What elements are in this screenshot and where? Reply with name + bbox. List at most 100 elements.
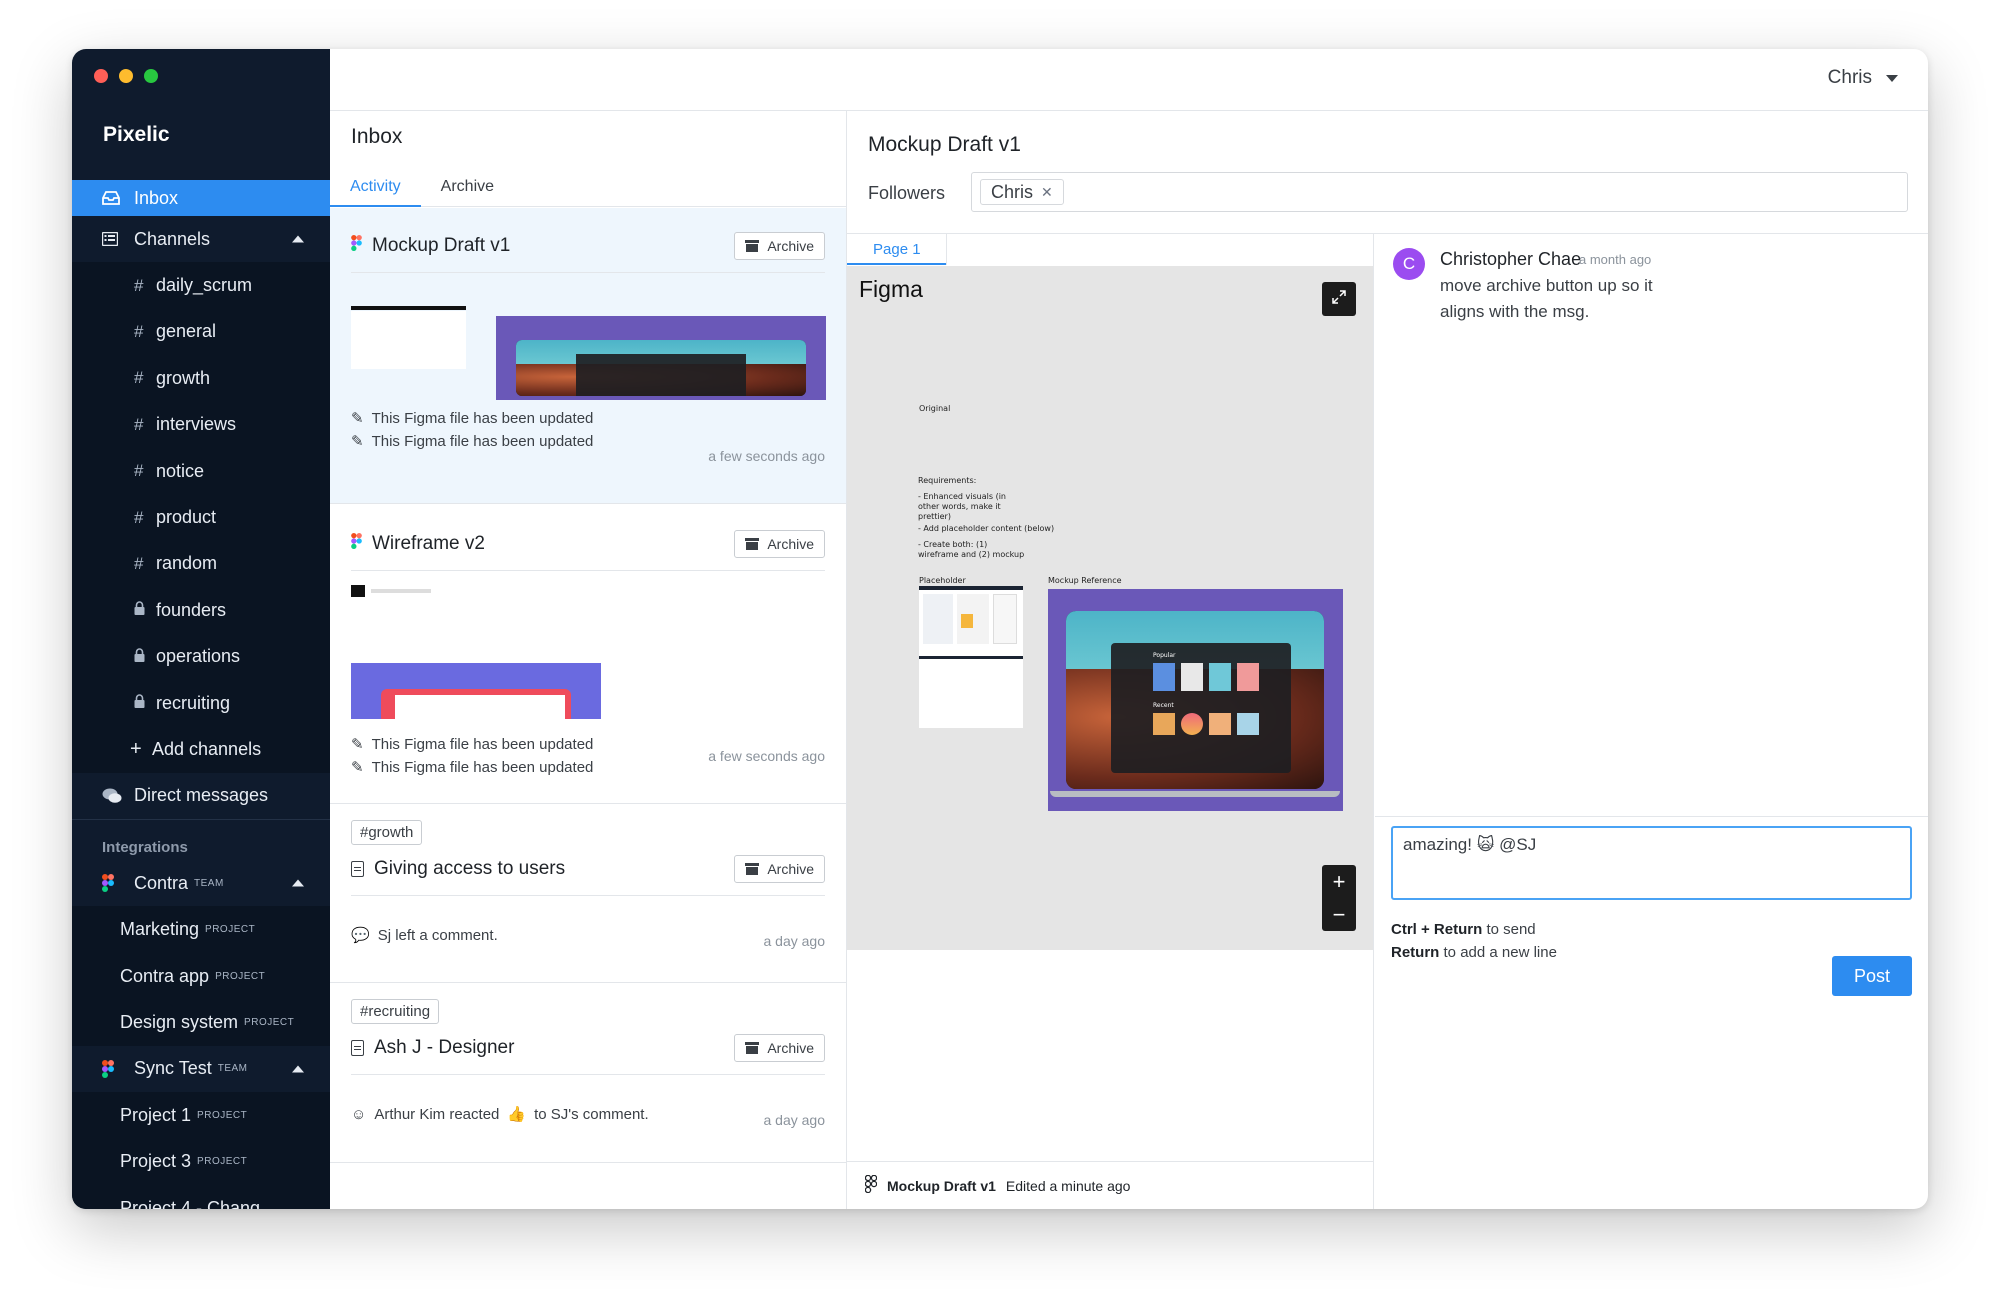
- channel-item[interactable]: # product: [72, 494, 330, 541]
- channel-item[interactable]: # notice: [72, 447, 330, 495]
- sidebar-team-contra[interactable]: Contra TEAM: [72, 860, 330, 906]
- archive-button[interactable]: Archive: [734, 232, 825, 260]
- channel-item[interactable]: founders: [72, 587, 330, 634]
- project-item[interactable]: Marketing PROJECT: [72, 906, 330, 953]
- project-item[interactable]: Project 1 PROJECT: [72, 1092, 330, 1139]
- zoom-in-button[interactable]: +: [1322, 865, 1356, 898]
- item-title-text: Mockup Draft v1: [372, 235, 511, 256]
- collapse-icon[interactable]: [292, 879, 304, 887]
- expand-button[interactable]: [1322, 282, 1356, 316]
- inbox-item[interactable]: Wireframe v2 Archive ✎ This Figma file h…: [330, 504, 846, 804]
- plus-icon: +: [130, 737, 142, 760]
- inbox-item[interactable]: Mockup Draft v1 Archive ✎ This Figma fil…: [330, 208, 846, 504]
- comment-time: a month ago: [1579, 252, 1652, 267]
- figma-canvas[interactable]: Figma Original Requirements: - Enhanced …: [847, 266, 1373, 950]
- figma-logo-icon: [864, 1174, 878, 1196]
- preview-mockup: [496, 316, 826, 400]
- footer-edited: Edited a minute ago: [1005, 1177, 1131, 1194]
- sidebar-item-direct-messages[interactable]: Direct messages: [72, 773, 330, 819]
- timestamp: a day ago: [763, 1112, 826, 1128]
- inbox-title: Inbox: [351, 125, 403, 148]
- tab-archive[interactable]: Archive: [421, 167, 514, 206]
- archive-button-label: Archive: [767, 238, 814, 254]
- project-item[interactable]: Design system PROJECT: [72, 999, 330, 1046]
- archive-button[interactable]: Archive: [734, 530, 825, 558]
- thumbs-up-icon: 👍: [507, 1106, 527, 1123]
- preview-wireframe: [351, 663, 601, 719]
- maximize-window-button[interactable]: [144, 69, 158, 83]
- inbox-item-header: Giving access to users Archive: [351, 845, 825, 896]
- sidebar-item-label: Direct messages: [134, 785, 269, 806]
- project-name: Contra app: [120, 965, 210, 986]
- user-menu[interactable]: Chris: [1828, 67, 1898, 89]
- archive-button[interactable]: Archive: [734, 1034, 825, 1062]
- tab-activity[interactable]: Activity: [330, 167, 421, 207]
- inbox-item-title: Wireframe v2: [351, 533, 485, 555]
- hash-icon: #: [134, 507, 144, 527]
- channel-name: interviews: [156, 414, 237, 435]
- project-item[interactable]: Contra app PROJECT: [72, 952, 330, 1000]
- add-channels-label: Add channels: [152, 738, 262, 759]
- lock-icon: [134, 693, 156, 713]
- channel-item[interactable]: # daily_scrum: [72, 262, 330, 309]
- edit-icon: ✎: [351, 759, 364, 776]
- sidebar-item-label: Channels: [134, 228, 211, 249]
- team-tag: TEAM: [194, 877, 224, 889]
- divider: [1375, 816, 1928, 817]
- close-window-button[interactable]: [94, 69, 108, 83]
- comment-input[interactable]: amazing! 🙀 @SJ: [1391, 826, 1912, 900]
- minimize-window-button[interactable]: [119, 69, 133, 83]
- remove-follower-icon[interactable]: ✕: [1041, 184, 1053, 201]
- sidebar-item-channels[interactable]: Channels: [72, 216, 330, 262]
- project-name: Project 3: [120, 1151, 192, 1172]
- add-channels-button[interactable]: + Add channels: [72, 726, 330, 773]
- team-tag: TEAM: [217, 1063, 248, 1075]
- collapse-icon[interactable]: [292, 235, 304, 243]
- figma-icon: [351, 533, 362, 555]
- inbox-item[interactable]: #recruiting Ash J - Designer Archive ☺ A…: [330, 983, 846, 1163]
- update-line: ✎ This Figma file has been updated: [351, 407, 825, 430]
- channel-item[interactable]: # random: [72, 540, 330, 588]
- channel-tag[interactable]: #recruiting: [351, 999, 440, 1024]
- project-item[interactable]: Project 4 - Chang: [72, 1184, 330, 1209]
- figma-viewer: Page 1 Figma Original Requirements: - En…: [847, 234, 1374, 1209]
- post-button[interactable]: Post: [1832, 956, 1912, 996]
- sidebar-item-inbox[interactable]: Inbox: [72, 180, 330, 216]
- inbox-item[interactable]: #growth Giving access to users Archive 💬…: [330, 804, 846, 983]
- channel-item[interactable]: # general: [72, 308, 330, 356]
- inbox-item-header: Mockup Draft v1 Archive: [351, 208, 825, 273]
- archive-button[interactable]: Archive: [734, 855, 825, 883]
- project-tag: PROJECT: [197, 1109, 248, 1121]
- comment-author: Christopher Chae: [1440, 249, 1582, 269]
- figma-icon: [351, 235, 362, 257]
- preview-line: [371, 589, 431, 593]
- canvas-original-label: Original: [919, 404, 951, 413]
- channel-item[interactable]: operations: [72, 633, 330, 680]
- hash-icon: #: [134, 553, 144, 573]
- page-tabs: Page 1: [847, 234, 1373, 265]
- inbox-item-header: Wireframe v2 Archive: [351, 504, 825, 571]
- channel-name: growth: [156, 367, 211, 388]
- follower-chip: Chris ✕: [980, 179, 1064, 205]
- project-tag: PROJECT: [215, 970, 266, 982]
- update-text: This Figma file has been updated: [371, 433, 594, 450]
- project-item[interactable]: Project 3 PROJECT: [72, 1138, 330, 1185]
- channel-item[interactable]: recruiting: [72, 679, 330, 727]
- archive-icon: [745, 1042, 760, 1054]
- edit-icon: ✎: [351, 736, 364, 753]
- tab-page-1[interactable]: Page 1: [847, 234, 947, 265]
- channel-item[interactable]: # interviews: [72, 401, 330, 448]
- channel-item[interactable]: # growth: [72, 355, 330, 402]
- hint-text: to send: [1486, 921, 1536, 938]
- inbox-icon: [102, 191, 134, 205]
- integrations-heading: Integrations: [102, 839, 188, 857]
- zoom-out-button[interactable]: −: [1322, 898, 1356, 931]
- team-name: Sync Test: [134, 1058, 212, 1079]
- collapse-icon[interactable]: [292, 1065, 304, 1073]
- followers-input[interactable]: Chris ✕: [971, 172, 1908, 212]
- sidebar-team-sync-test[interactable]: Sync Test TEAM: [72, 1046, 330, 1092]
- comment-icon: 💬: [351, 927, 370, 944]
- channel-tag[interactable]: #growth: [351, 820, 423, 845]
- update-text: This Figma file has been updated: [371, 736, 594, 753]
- project-name: Project 1: [120, 1104, 192, 1125]
